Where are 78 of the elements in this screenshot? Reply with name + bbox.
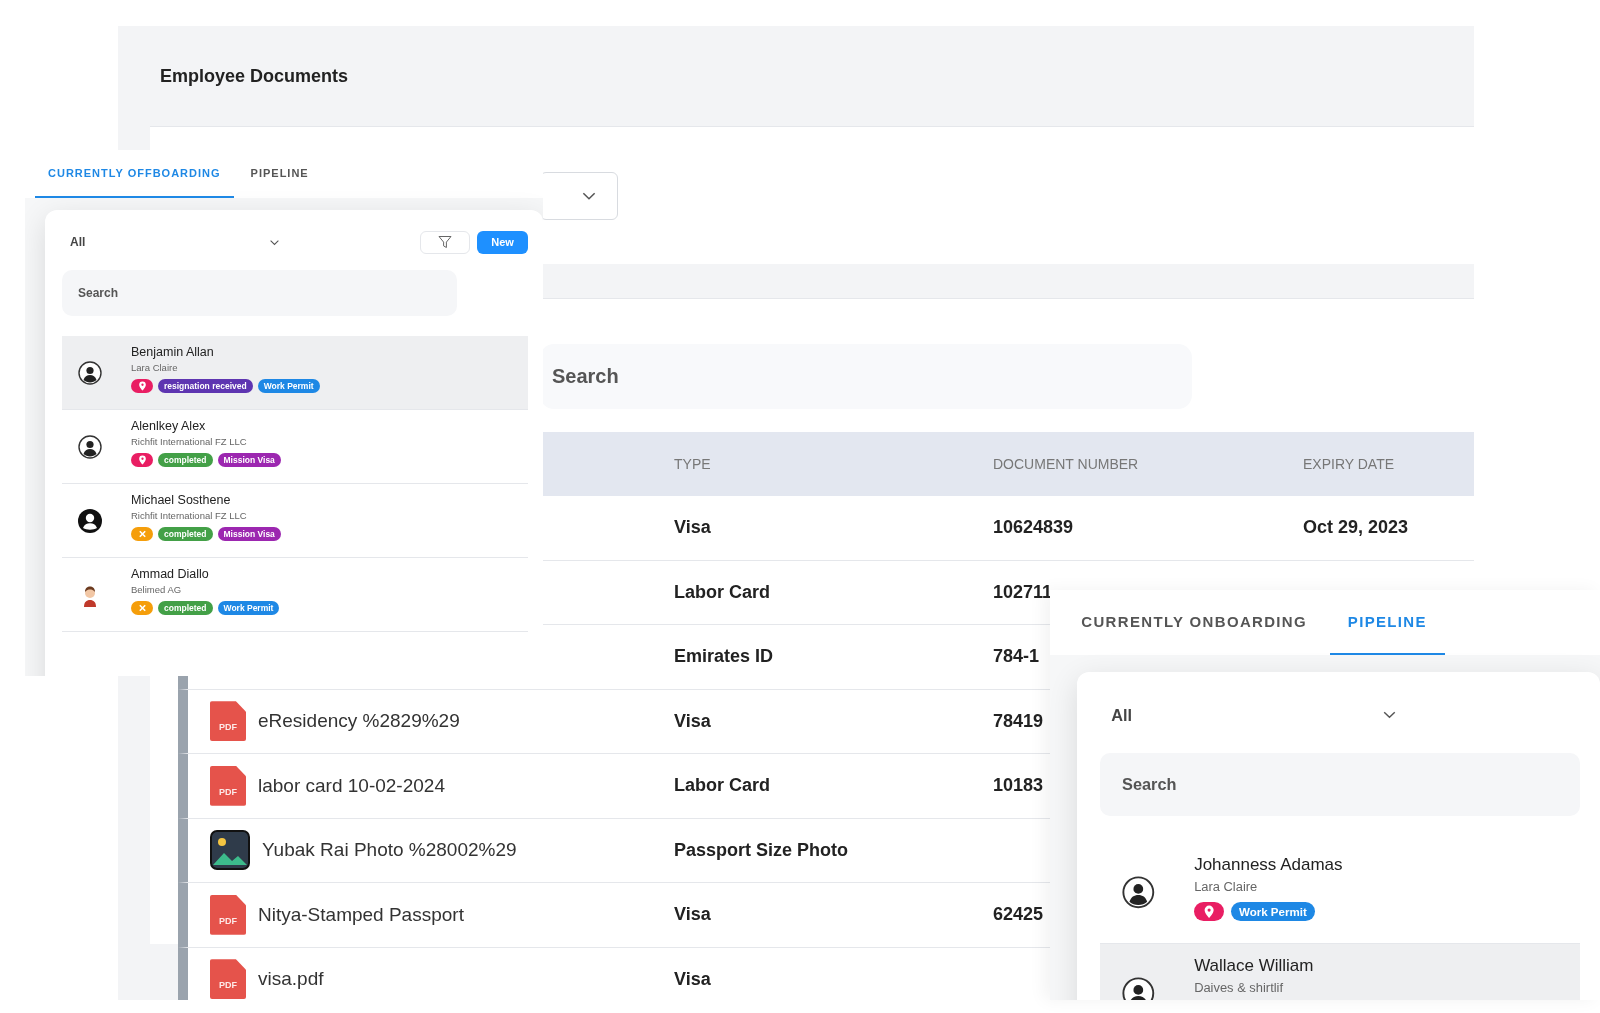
pdf-file-icon: PDF [210, 894, 246, 935]
document-number: 102711 [993, 581, 1053, 602]
file-name[interactable]: Yubak Rai Photo %28002%29 [262, 839, 517, 862]
document-type: Labor Card [674, 581, 770, 602]
person-name: Johanness Adamas [1194, 855, 1343, 876]
person-name: Alenlkey Alex [131, 419, 207, 433]
document-type: Visa [674, 710, 711, 731]
cross-icon [137, 603, 147, 613]
person-name: Michael Sosthene [131, 493, 232, 507]
avatar-icon [78, 508, 102, 533]
person-name: Benjamin Allan [131, 345, 215, 359]
document-number: 10624839 [993, 517, 1074, 538]
status-tag: Mission Visa [217, 453, 281, 467]
document-type: Emirates ID [674, 646, 774, 667]
column-header: DOCUMENT NUMBER [993, 456, 1140, 472]
pdf-file-icon: PDF [210, 701, 246, 742]
company-name: Daives & shirtlif [1194, 979, 1285, 995]
file-name[interactable]: labor card 10-02-2024 [258, 774, 445, 797]
person-name: Wallace William [1194, 955, 1314, 976]
search-field[interactable]: Search [1100, 753, 1580, 816]
pin-icon [137, 455, 147, 465]
person-row[interactable]: Ammad Diallo Belimed AG completed Work Permit [62, 558, 528, 632]
pin-icon [137, 381, 147, 391]
document-type: Visa [674, 904, 711, 925]
status-tag: completed [158, 601, 213, 615]
dropdown[interactable]: All [1100, 698, 1403, 732]
status-tag: resignation received [158, 379, 253, 393]
company-name: Richfit International FZ LLC [131, 436, 248, 447]
cross-icon [137, 529, 147, 539]
search-field[interactable]: Search [540, 344, 1192, 409]
company-name: Belimed AG [131, 584, 183, 595]
document-number: 62425 [993, 904, 1044, 925]
person-row[interactable]: Johanness Adamas Lara Claire Work Permit [1100, 842, 1580, 944]
company-name: Richfit International FZ LLC [131, 510, 248, 521]
search-field[interactable]: Search [62, 270, 457, 316]
document-number: 10183 [993, 775, 1044, 796]
dropdown[interactable]: All [62, 230, 284, 254]
document-type: Passport Size Photo [674, 839, 849, 860]
tab[interactable]: PIPELINE [237, 150, 322, 198]
status-tag: Work Permit [257, 379, 320, 393]
person-row[interactable]: Michael Sosthene Richfit International FZ LLC completed Mission Visa [62, 484, 528, 558]
pin-icon [1202, 905, 1216, 919]
document-type: Visa [674, 517, 711, 538]
filter-icon [438, 235, 452, 249]
status-tag: Mission Visa [217, 527, 281, 541]
pdf-file-icon: PDF [210, 959, 246, 1000]
person-row[interactable]: Alenlkey Alex Richfit International FZ LLC completed Mission Visa [62, 410, 528, 484]
person-row[interactable]: Wallace William Daives & shirtlif [1100, 943, 1580, 1000]
company-name: Lara Claire [1194, 879, 1259, 895]
status-tag: Work Permit [1230, 902, 1315, 922]
pdf-file-icon: PDF [210, 765, 246, 806]
tab[interactable]: CURRENTLY ONBOARDING [1063, 590, 1325, 656]
expiry-date: Oct 29, 2023 [1303, 517, 1409, 538]
document-number: 78419 [993, 710, 1044, 731]
page-title: Employee Documents [160, 65, 349, 87]
column-header: EXPIRY DATE [1303, 456, 1396, 472]
status-tag: completed [158, 453, 213, 467]
avatar-icon [1122, 977, 1155, 1000]
document-type: Labor Card [674, 775, 770, 796]
document-number: 784-1 [993, 646, 1040, 667]
status-tag: completed [158, 527, 213, 541]
status-tag: Work Permit [217, 601, 280, 615]
filter-button[interactable] [420, 230, 470, 254]
document-type: Visa [674, 968, 711, 989]
chevron-icon [1381, 710, 1397, 720]
file-name[interactable]: eResidency %2829%29 [258, 710, 460, 733]
file-name[interactable]: Nitya-Stamped Passport [258, 903, 464, 926]
person-row[interactable]: Benjamin Allan Lara Claire resignation received Work Permit [62, 336, 528, 410]
file-name[interactable]: visa.pdf [258, 968, 324, 991]
person-name: Ammad Diallo [131, 567, 210, 581]
company-name: Lara Claire [131, 362, 179, 373]
avatar-icon [78, 360, 102, 385]
image-file-icon [210, 830, 250, 871]
column-header: TYPE [674, 456, 712, 472]
avatar-icon [1122, 876, 1155, 909]
chevron-icon [269, 238, 280, 246]
chevron-icon [581, 190, 597, 201]
avatar-icon [78, 434, 102, 459]
